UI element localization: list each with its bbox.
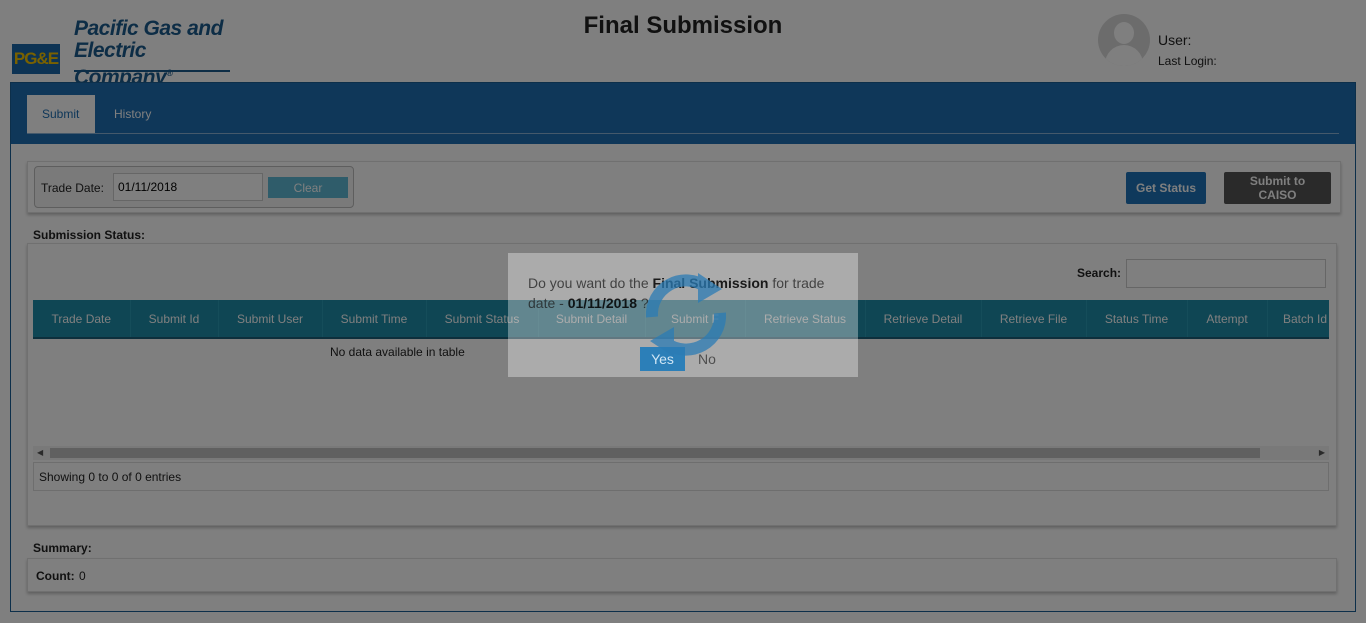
confirm-dialog: Do you want do the Final Submission for … xyxy=(508,253,858,377)
refresh-spinner-icon xyxy=(645,273,727,357)
dialog-date: 01/11/2018 xyxy=(567,295,637,311)
